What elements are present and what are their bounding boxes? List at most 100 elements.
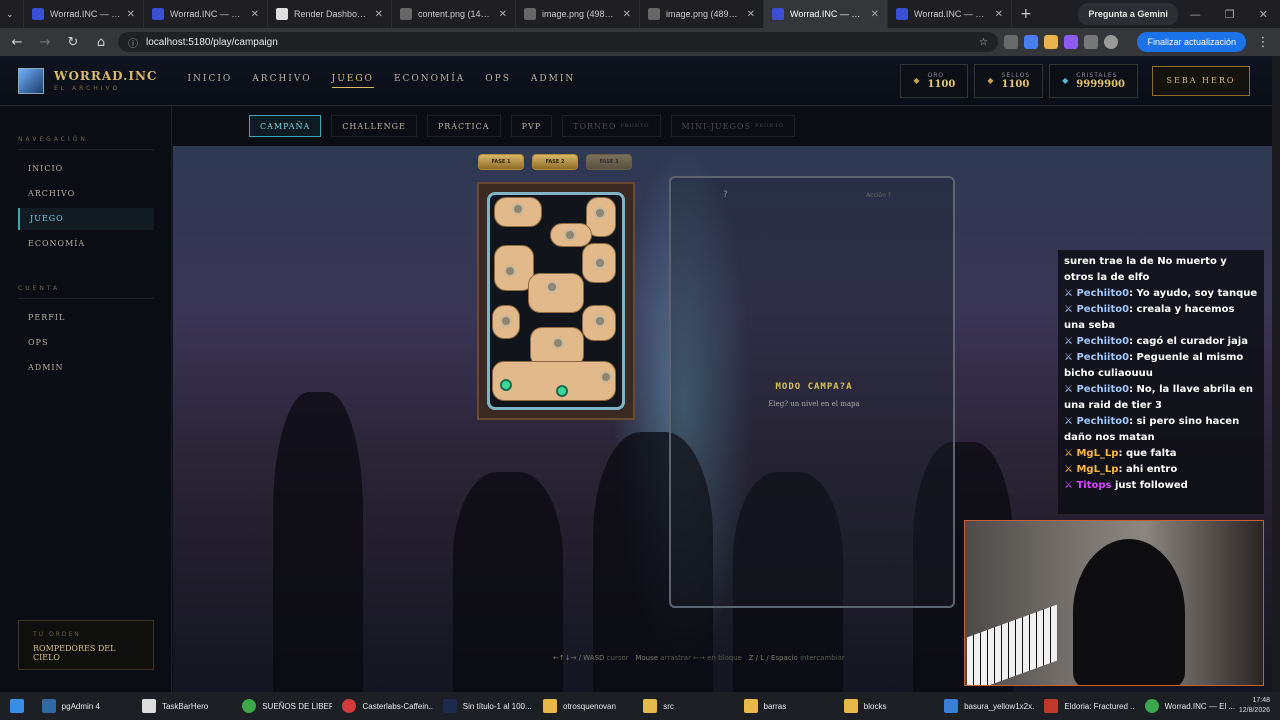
- close-icon[interactable]: ✕: [121, 9, 135, 20]
- phase-3-button[interactable]: FASE 3: [586, 154, 632, 170]
- browser-tab[interactable]: Render Dashboard ✕: [268, 0, 392, 28]
- reload-icon[interactable]: ↻: [62, 35, 84, 50]
- stream-chat-overlay: suren trae la de No muerto y otros la de…: [1058, 250, 1264, 514]
- close-icon[interactable]: ✕: [989, 9, 1003, 20]
- taskbar-item[interactable]: SUEÑOS DE LIBER...: [236, 693, 332, 719]
- back-icon[interactable]: ←: [6, 35, 28, 50]
- tab-practica[interactable]: PRÁCTICA: [426, 115, 501, 137]
- level-node[interactable]: [512, 203, 524, 215]
- start-button[interactable]: [4, 693, 32, 719]
- new-tab-button[interactable]: +: [1012, 6, 1040, 22]
- folder-icon: [743, 699, 758, 713]
- brand-logo[interactable]: [18, 67, 44, 94]
- sidebar-section-title: NAVEGACIÓN: [18, 136, 154, 150]
- campaign-map[interactable]: [487, 192, 625, 410]
- profile-avatar[interactable]: [1104, 35, 1118, 49]
- extension-icon[interactable]: [1044, 35, 1058, 49]
- taskbar-item[interactable]: basura_yellow1x2x...: [938, 693, 1034, 719]
- sidebar-item-economia[interactable]: ECONOMÍA: [18, 233, 154, 255]
- nav-admin[interactable]: ADMIN: [531, 74, 575, 88]
- knight-silhouette: [273, 392, 363, 692]
- browser-tab[interactable]: image.png (489×213)✕: [640, 0, 764, 28]
- gemini-button[interactable]: Pregunta a Gemini: [1078, 3, 1178, 25]
- site-info-icon[interactable]: ⓘ: [128, 35, 138, 50]
- tab-search-icon[interactable]: ⌄: [0, 0, 24, 28]
- mute-icon[interactable]: [1004, 35, 1018, 49]
- extensions-puzzle-icon[interactable]: [1084, 35, 1098, 49]
- level-gem[interactable]: [500, 379, 512, 391]
- maximize-icon[interactable]: ❐: [1213, 8, 1247, 21]
- chrome-icon: [1144, 699, 1159, 713]
- tab-pvp[interactable]: PVP: [510, 115, 553, 137]
- sidebar-item-perfil[interactable]: PERFIL: [18, 307, 154, 329]
- piano-keyboard: [967, 604, 1057, 685]
- minimize-icon[interactable]: —: [1178, 8, 1213, 21]
- taskbar-item[interactable]: blocks: [838, 693, 934, 719]
- forward-icon[interactable]: →: [34, 35, 56, 50]
- sidebar-item-inicio[interactable]: INICIO: [18, 158, 154, 180]
- bookmark-star-icon[interactable]: ☆: [979, 37, 988, 48]
- level-node[interactable]: [546, 281, 558, 293]
- nav-juego[interactable]: JUEGO: [331, 74, 374, 88]
- nav-inicio[interactable]: INICIO: [187, 74, 232, 88]
- taskbar-item[interactable]: barras: [738, 693, 834, 719]
- menu-kebab-icon[interactable]: ⋮: [1252, 35, 1274, 50]
- level-node[interactable]: [552, 337, 564, 349]
- sidebar-item-ops[interactable]: OPS: [18, 332, 154, 354]
- sidebar: NAVEGACIÓN INICIO ARCHIVO JUEGO ECONOMÍA…: [0, 106, 172, 692]
- close-icon[interactable]: ✕: [493, 9, 507, 20]
- tab-campana[interactable]: CAMPAÑA: [249, 115, 322, 137]
- tab-torneo: TORNEO PRONTO: [562, 115, 661, 137]
- chat-message: ⚔ Pechiito0: Peguenle al mismo bicho cul…: [1064, 352, 1244, 379]
- chrome-icon: [242, 699, 257, 713]
- home-icon[interactable]: ⌂: [90, 35, 112, 50]
- extension-icon[interactable]: [1064, 35, 1078, 49]
- nav-economia[interactable]: ECONOMÍA: [394, 74, 465, 88]
- taskbar-item[interactable]: src: [637, 693, 733, 719]
- taskbar-item[interactable]: TaskBarHero: [136, 693, 232, 719]
- close-icon[interactable]: ✕: [741, 9, 755, 20]
- level-node[interactable]: [564, 229, 576, 241]
- sidebar-item-juego[interactable]: JUEGO: [18, 208, 154, 230]
- tab-challenge[interactable]: CHALLENGE: [331, 115, 417, 137]
- taskbar-item[interactable]: Eldoria: Fractured ...: [1038, 693, 1135, 719]
- browser-tab-active[interactable]: Worrad.INC — El Archivo✕: [764, 0, 888, 28]
- browser-tab[interactable]: Worrad.INC — El Archivo✕: [144, 0, 268, 28]
- extension-icon[interactable]: [1024, 35, 1038, 49]
- phase-1-button[interactable]: FASE 1: [478, 154, 524, 170]
- nav-archivo[interactable]: ARCHIVO: [252, 74, 311, 88]
- system-clock[interactable]: 17:48 12/8/2026: [1239, 696, 1280, 716]
- url-field[interactable]: ⓘ localhost:5180/play/campaign ☆: [118, 32, 998, 52]
- browser-tab[interactable]: Worrad.INC — El Archivo✕: [888, 0, 1012, 28]
- sidebar-item-archivo[interactable]: ARCHIVO: [18, 183, 154, 205]
- level-node[interactable]: [600, 371, 612, 383]
- nav-ops[interactable]: OPS: [485, 74, 511, 88]
- page-scrollbar[interactable]: [1272, 56, 1280, 692]
- level-node[interactable]: [504, 265, 516, 277]
- level-node[interactable]: [594, 257, 606, 269]
- order-card[interactable]: TU ORDEN ROMPEDORES DEL CIELO: [18, 620, 154, 670]
- chat-user: ⚔ Pechiito0: [1064, 384, 1130, 395]
- browser-tab[interactable]: content.png (1448×1086)✕: [392, 0, 516, 28]
- taskbar-item[interactable]: Casterlabs-Caffein...: [336, 693, 433, 719]
- browser-tab[interactable]: image.png (498×210)✕: [516, 0, 640, 28]
- taskbar-item[interactable]: Sin título-1 al 100...: [437, 693, 533, 719]
- update-button[interactable]: Finalizar actualización: [1137, 32, 1246, 52]
- taskbar-item[interactable]: Worrad.INC — El ...: [1139, 693, 1235, 719]
- level-node[interactable]: [594, 315, 606, 327]
- close-icon[interactable]: ✕: [245, 9, 259, 20]
- close-icon[interactable]: ✕: [617, 9, 631, 20]
- phase-2-button[interactable]: FASE 2: [532, 154, 578, 170]
- browser-tab[interactable]: Worrad.INC — El Archivo✕: [24, 0, 144, 28]
- taskbar-item[interactable]: pgAdmin 4: [36, 693, 132, 719]
- sidebar-item-admin[interactable]: ADMIN: [18, 357, 154, 379]
- level-gem[interactable]: [556, 385, 568, 397]
- worrad-icon: [152, 8, 164, 20]
- hero-button[interactable]: SEBA HERO: [1152, 65, 1250, 96]
- close-icon[interactable]: ✕: [865, 9, 879, 20]
- level-node[interactable]: [500, 315, 512, 327]
- level-node[interactable]: [594, 207, 606, 219]
- window-close-icon[interactable]: ✕: [1247, 8, 1280, 21]
- close-icon[interactable]: ✕: [369, 9, 383, 20]
- taskbar-item[interactable]: otrosquenovan: [537, 693, 633, 719]
